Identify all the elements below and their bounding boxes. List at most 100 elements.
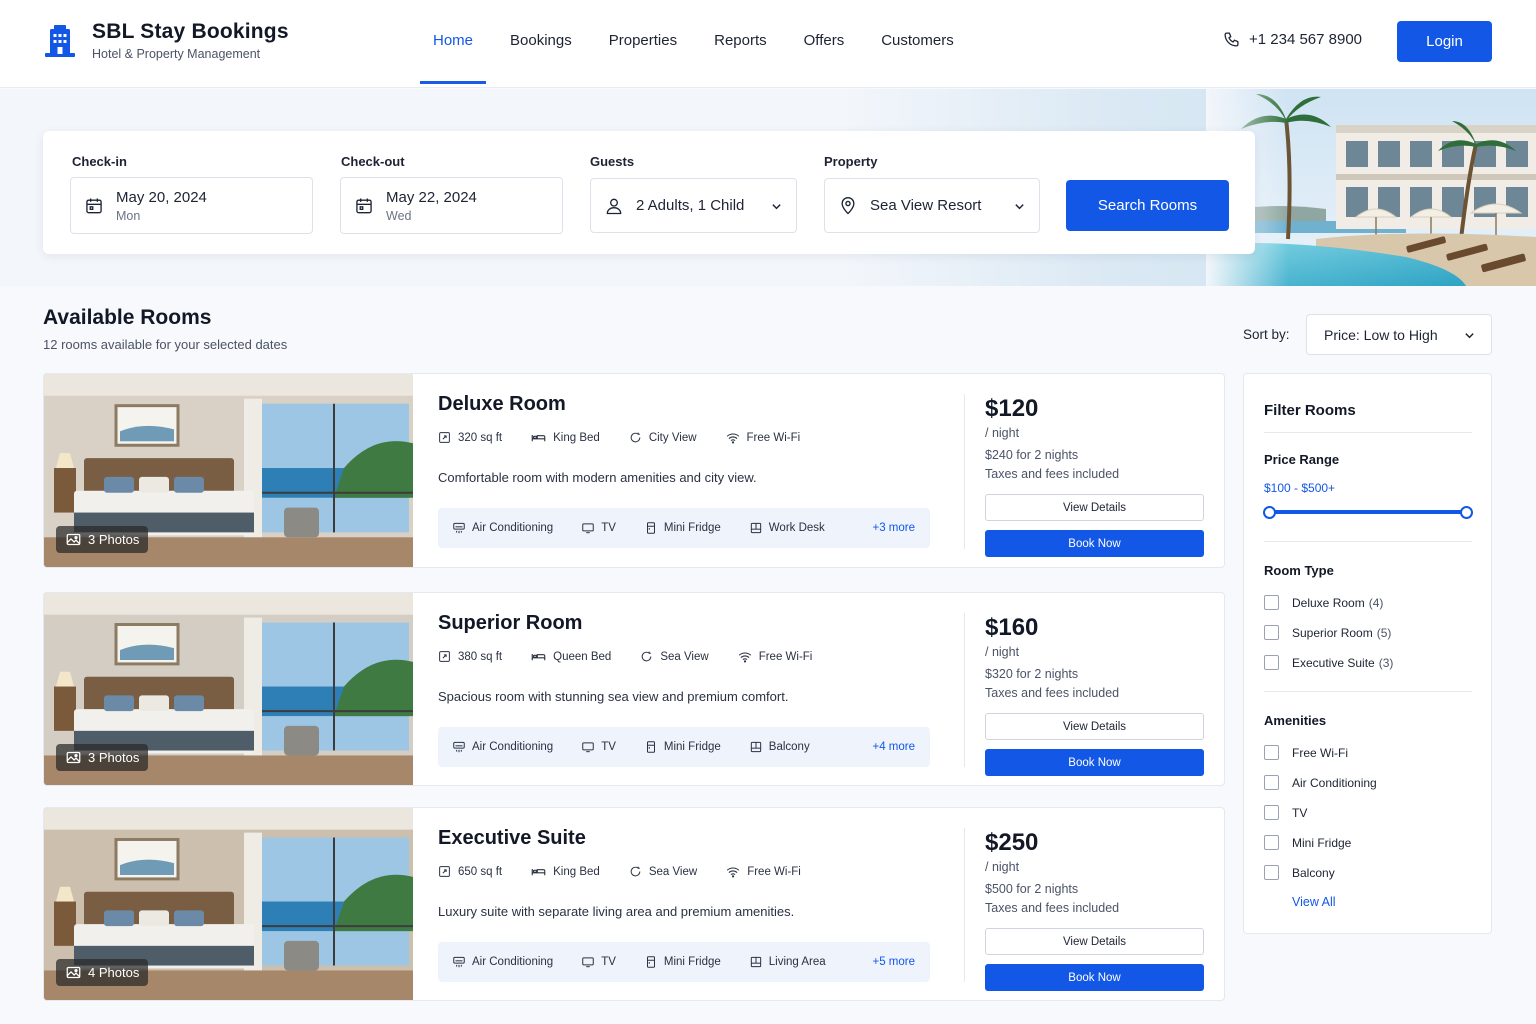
nav-properties[interactable]: Properties	[596, 0, 690, 84]
search-rooms-button[interactable]: Search Rooms	[1066, 180, 1229, 231]
checkin-field[interactable]: May 20, 2024 Mon	[70, 177, 313, 234]
price-min-handle[interactable]	[1263, 506, 1276, 519]
amenity-filter-label: TV	[1292, 805, 1308, 820]
checkout-field[interactable]: May 22, 2024 Wed	[340, 177, 563, 234]
checkout-day: Wed	[386, 208, 412, 223]
amenity-label: Mini Fridge	[663, 522, 721, 534]
nav-home[interactable]: Home	[420, 0, 487, 84]
bed-type: Queen Bed	[531, 650, 611, 663]
login-button[interactable]: Login	[1397, 21, 1492, 62]
amenity-label: Air Conditioning	[472, 522, 554, 534]
brand[interactable]: SBL Stay Bookings Hotel & Property Manag…	[42, 20, 289, 61]
photo-count: 3 Photos	[88, 750, 140, 765]
checkin-label: Check-in	[72, 154, 127, 169]
room-type-label: Deluxe Room	[1292, 595, 1365, 610]
amenity-filter-ac[interactable]: Air Conditioning	[1264, 775, 1377, 790]
view-details-button[interactable]: View Details	[985, 494, 1204, 521]
checkbox[interactable]	[1264, 805, 1279, 820]
nav-bookings[interactable]: Bookings	[497, 0, 585, 84]
nav-customers[interactable]: Customers	[868, 0, 967, 84]
checkbox[interactable]	[1264, 595, 1279, 610]
room-name[interactable]: Deluxe Room	[438, 393, 566, 416]
checkbox[interactable]	[1264, 655, 1279, 670]
amenity-label: Work Desk	[768, 522, 825, 534]
view-icon	[630, 866, 641, 877]
property-select[interactable]: Sea View Resort	[824, 178, 1040, 233]
room-size-icon	[439, 651, 450, 662]
results-title: Available Rooms	[43, 306, 212, 329]
chevron-down-icon	[1465, 333, 1474, 339]
amenity-filter-tv[interactable]: TV	[1264, 805, 1307, 820]
room-type-superior[interactable]: Superior Room (5)	[1264, 625, 1391, 640]
more-amenities-link[interactable]: +5 more	[872, 956, 915, 968]
amenity-filter-label: Mini Fridge	[1292, 835, 1352, 850]
room-size-icon	[439, 866, 450, 877]
amenity-filter-balcony[interactable]: Balcony	[1264, 865, 1335, 880]
sort-label: Sort by:	[1243, 327, 1290, 342]
checkbox[interactable]	[1264, 745, 1279, 760]
view-details-button[interactable]: View Details	[985, 928, 1204, 955]
price-max-handle[interactable]	[1460, 506, 1473, 519]
room-price: $120	[985, 395, 1039, 422]
amenity-filter-fridge[interactable]: Mini Fridge	[1264, 835, 1351, 850]
checkbox[interactable]	[1264, 865, 1279, 880]
view-details-button[interactable]: View Details	[985, 713, 1204, 740]
room-type-heading: Room Type	[1264, 563, 1334, 578]
card-divider	[964, 394, 965, 549]
checkbox[interactable]	[1264, 775, 1279, 790]
more-amenities-link[interactable]: +3 more	[872, 522, 915, 534]
air-conditioning-icon	[453, 956, 465, 968]
sort-value: Price: Low to High	[1324, 326, 1438, 343]
room-type-deluxe[interactable]: Deluxe Room (4)	[1264, 595, 1383, 610]
photo-count-badge[interactable]: 3 Photos	[56, 526, 149, 553]
bed-type: King Bed	[531, 865, 600, 878]
price-unit: / night	[985, 645, 1020, 659]
image-icon	[66, 751, 81, 764]
sort-select[interactable]: Price: Low to High	[1306, 314, 1492, 355]
amenity-icon	[750, 956, 761, 968]
room-card: 4 Photos Executive Suite 650 sq ft King …	[43, 807, 1225, 1001]
book-now-button[interactable]: Book Now	[985, 749, 1204, 776]
wifi-icon	[727, 867, 740, 877]
photo-count-badge[interactable]: 3 Photos	[56, 744, 149, 771]
room-type-count: (5)	[1376, 625, 1392, 640]
amenity-filter-wifi[interactable]: Free Wi-Fi	[1264, 745, 1348, 760]
card-divider	[964, 613, 965, 767]
property-value: Sea View Resort	[870, 197, 982, 214]
nav-offers[interactable]: Offers	[791, 0, 858, 84]
room-name[interactable]: Executive Suite	[438, 827, 586, 850]
book-now-button[interactable]: Book Now	[985, 964, 1204, 991]
phone-icon	[1224, 32, 1239, 47]
more-amenities-link[interactable]: +4 more	[872, 741, 915, 753]
room-name[interactable]: Superior Room	[438, 612, 582, 635]
checkbox[interactable]	[1264, 625, 1279, 640]
room-type-label: Superior Room	[1292, 625, 1373, 640]
phone-number: +1 234 567 8900	[1249, 31, 1363, 48]
room-type-count: (4)	[1368, 595, 1384, 610]
room-price: $160	[985, 614, 1039, 641]
room-type-label: Executive Suite	[1292, 655, 1375, 670]
phone-contact[interactable]: +1 234 567 8900	[1223, 31, 1362, 48]
resort-pool-image	[1206, 89, 1536, 286]
taxes-note: Taxes and fees included	[985, 686, 1120, 700]
card-divider	[964, 828, 965, 982]
view-all-link[interactable]: View All	[1292, 895, 1336, 909]
photo-count-badge[interactable]: 4 Photos	[56, 959, 149, 986]
checkout-label: Check-out	[341, 154, 405, 169]
room-size-value: 650 sq ft	[458, 865, 503, 878]
checkbox[interactable]	[1264, 835, 1279, 850]
price-range-slider[interactable]	[1269, 510, 1467, 514]
divider	[1264, 541, 1472, 542]
guests-select[interactable]: 2 Adults, 1 Child	[590, 178, 797, 233]
amenity-item: TV	[581, 740, 616, 754]
nav-reports[interactable]: Reports	[701, 0, 780, 84]
amenity-label: Mini Fridge	[663, 741, 721, 753]
book-now-button[interactable]: Book Now	[985, 530, 1204, 557]
room-size-icon	[439, 432, 450, 443]
amenity-label: Air Conditioning	[472, 956, 554, 968]
amenity-icon	[750, 522, 761, 534]
amenities-heading: Amenities	[1264, 713, 1327, 728]
building-icon	[45, 24, 75, 57]
filter-title: Filter Rooms	[1264, 402, 1356, 419]
room-type-executive[interactable]: Executive Suite (3)	[1264, 655, 1393, 670]
